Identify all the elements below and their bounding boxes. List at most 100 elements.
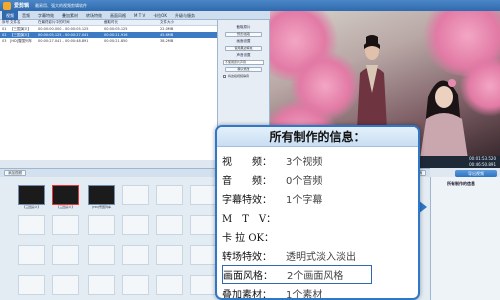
header-timeline[interactable]: 在最终影片中的时间 xyxy=(38,20,104,25)
info-row-audio: 音 频： 0个音频 xyxy=(222,170,322,189)
tab-picture-style[interactable]: 画面风格 xyxy=(106,11,130,20)
table-row[interactable]: 03 [HD]雪国列车 00:00:27.041 - 00:00:48.891 … xyxy=(0,38,217,44)
info-label: 视 频： xyxy=(222,157,272,168)
clip-thumbnail-selected[interactable]: 【三国演义】 xyxy=(52,185,79,209)
row-number: 01 xyxy=(2,27,7,31)
production-info-popup: 所有制作的信息： 视 频： 3个视频 音 频： 0个音频 字幕特效： 1个字幕 … xyxy=(215,125,420,300)
row-duration: 00:00:21.916 xyxy=(104,33,128,37)
empty-slot[interactable] xyxy=(52,275,79,295)
empty-slot[interactable] xyxy=(52,245,79,265)
row-timeline: 00:00:00.000 - 00:00:05.125 xyxy=(38,27,89,31)
info-label: M T V： xyxy=(222,214,277,225)
info-row-overlay: 叠加素材： 1个素材 xyxy=(222,284,323,300)
tab-overlay-materials[interactable]: 叠加素材 xyxy=(58,11,82,20)
empty-slot[interactable] xyxy=(122,185,149,205)
row-filename: 【三国演义】 xyxy=(10,32,31,37)
info-row-video: 视 频： 3个视频 xyxy=(222,151,322,170)
header-duration[interactable]: 截取时长 xyxy=(104,20,160,25)
clip-thumbnail-label: 【三国演义】 xyxy=(56,205,75,209)
row-filesize: 38.2MB xyxy=(160,39,174,43)
empty-slot[interactable] xyxy=(190,185,217,205)
info-row-karaoke: 卡 拉 OK： xyxy=(222,227,286,246)
info-row-transition: 转场特效： 透明式淡入淡出 xyxy=(222,246,356,265)
info-label: 字幕特效： xyxy=(222,195,272,206)
tab-mtv[interactable]: M T V xyxy=(130,11,149,20)
row-number: 02 xyxy=(2,33,7,37)
empty-slot[interactable] xyxy=(122,275,149,295)
row-timeline: 00:00:27.041 - 00:00:48.891 xyxy=(38,39,89,43)
empty-slot[interactable] xyxy=(18,275,45,295)
empty-slot[interactable] xyxy=(88,275,115,295)
empty-slot[interactable] xyxy=(190,275,217,295)
row-duration: 00:00:05.125 xyxy=(104,27,128,31)
clip-thumbnail-label: 【三国演义】 xyxy=(22,205,41,209)
empty-slot[interactable] xyxy=(88,245,115,265)
info-row-subtitle: 字幕特效： 1个字幕 xyxy=(222,189,322,208)
app-title: 爱剪辑 xyxy=(14,3,30,9)
tab-video[interactable]: 视频 xyxy=(2,10,18,20)
info-label: 音 频： xyxy=(222,176,272,187)
empty-slot[interactable] xyxy=(156,185,183,205)
info-label: 卡 拉 OK： xyxy=(222,233,275,244)
info-label: 画面风格： xyxy=(223,271,273,282)
row-duration: 00:00:21.850 xyxy=(104,39,128,43)
empty-slot[interactable] xyxy=(190,245,217,265)
info-value: 1个字幕 xyxy=(286,195,323,206)
tab-transition-effects[interactable]: 转场特效 xyxy=(82,11,106,20)
clip-thumbnail[interactable]: [HD]雪国列车 xyxy=(88,185,115,209)
info-value: 2个画面风格 xyxy=(287,271,344,282)
empty-slot[interactable] xyxy=(156,245,183,265)
info-label: 叠加素材： xyxy=(222,290,272,300)
info-value: 1个素材 xyxy=(286,290,323,300)
checkbox-box-icon xyxy=(223,74,226,78)
empty-slot[interactable] xyxy=(122,245,149,265)
info-row-picture-style: 画面风格： 2个画面风格 xyxy=(222,265,372,284)
empty-slot[interactable] xyxy=(52,215,79,235)
production-info-title: 所有制作的信息 xyxy=(447,181,475,186)
tab-audio[interactable]: 音频 xyxy=(18,11,34,20)
popup-title: 所有制作的信息： xyxy=(217,127,418,147)
woman-figure-image xyxy=(420,79,468,156)
empty-slot[interactable] xyxy=(156,215,183,235)
header-filesize[interactable]: 文件大小 xyxy=(160,20,217,25)
empty-slot[interactable] xyxy=(88,215,115,235)
empty-slot[interactable] xyxy=(122,215,149,235)
empty-slot[interactable] xyxy=(190,215,217,235)
empty-slot[interactable] xyxy=(18,215,45,235)
info-value: 透明式淡入淡出 xyxy=(286,252,356,263)
row-number: 03 xyxy=(2,39,7,43)
black-border-button[interactable]: 使用黑边填充 xyxy=(225,46,262,51)
tab-subtitle-effects[interactable]: 字幕特效 xyxy=(34,11,58,20)
sound-select[interactable]: 不使用原片声音 xyxy=(223,60,264,65)
info-label: 转场特效： xyxy=(222,252,272,263)
add-video-button[interactable]: 添加视频 xyxy=(4,170,26,176)
sound-group-label: 声音设置 xyxy=(236,53,251,57)
empty-slot[interactable] xyxy=(156,275,183,295)
mute-checkbox[interactable]: 将这段视频静音 xyxy=(223,74,264,78)
total-time: 00:46:50.891 xyxy=(469,162,496,167)
info-value: 0个音频 xyxy=(286,176,323,187)
info-row-mtv: M T V： xyxy=(222,208,286,227)
production-info-panel: 所有制作的信息 xyxy=(430,177,500,300)
clip-list-panel: 序号 文件名 在最终影片中的时间 截取时长 文件大小 01 【三国演义】 00:… xyxy=(0,20,218,160)
picture-group-label: 画面设置 xyxy=(236,39,251,43)
mute-label: 将这段视频静音 xyxy=(228,74,250,78)
current-time: 00:01:53.520 xyxy=(469,156,496,161)
confirm-change-button[interactable]: 确认修改 xyxy=(225,67,262,72)
row-filesize: 22.0MB xyxy=(160,27,174,31)
row-filename: 【三国演义】 xyxy=(10,26,31,31)
row-filename: [HD]雪国列车 xyxy=(10,38,33,43)
preview-trim-button[interactable]: 预览/截取 xyxy=(225,32,262,37)
clip-thumbnail-label: [HD]雪国列车 xyxy=(92,205,111,209)
clip-thumbnail[interactable]: 【三国演义】 xyxy=(18,185,45,209)
trim-group-label: 截取原片 xyxy=(236,25,251,29)
empty-slot[interactable] xyxy=(18,245,45,265)
tab-karaoke[interactable]: 卡拉OK xyxy=(149,11,171,20)
info-value: 3个视频 xyxy=(286,157,323,168)
tab-upgrade[interactable]: 升级与服务 xyxy=(171,11,199,20)
header-number[interactable]: 序号 xyxy=(0,20,10,25)
export-video-button[interactable]: 导出视频 xyxy=(455,170,497,177)
row-timeline: 00:00:05.125 - 00:00:27.041 xyxy=(38,33,89,37)
app-logo-icon xyxy=(3,1,11,10)
header-filename[interactable]: 文件名 xyxy=(10,20,38,25)
